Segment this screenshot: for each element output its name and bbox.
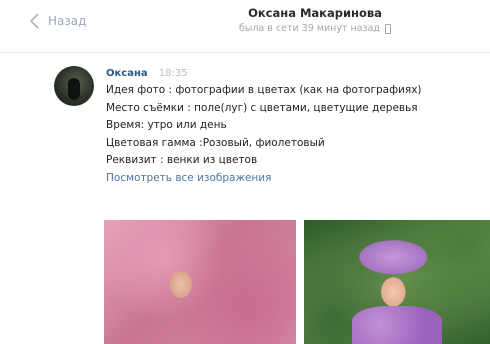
attached-photo-1[interactable] (104, 220, 296, 344)
status-text: была в сети 39 минут назад (239, 23, 380, 34)
mobile-icon (385, 23, 391, 34)
message-line: Место съёмки : поле(луг) с цветами, цвет… (106, 101, 418, 114)
back-label: Назад (48, 14, 87, 28)
back-chevron-icon (29, 13, 39, 29)
message-header: Оксана 18:35 (106, 68, 490, 82)
author-name[interactable]: Оксана (106, 68, 148, 79)
header-divider (0, 52, 490, 53)
back-button[interactable]: Назад (28, 10, 86, 32)
message-body: Оксана 18:35 Идея фото : фотографии в цв… (106, 68, 490, 187)
contact-name[interactable]: Оксана Макаринова (200, 6, 430, 20)
message-line: Время: утро или день (106, 119, 227, 131)
message-line: Реквизит : венки из цветов (106, 154, 258, 166)
chat-header: Назад Оксана Макаринова была в сети 39 м… (0, 0, 490, 52)
avatar[interactable] (54, 66, 94, 106)
view-all-images-link[interactable]: Посмотреть все изображения (106, 170, 490, 187)
message-line: Цветовая гамма :Розовый, фиолетовый (106, 136, 325, 149)
attached-photo-2[interactable] (304, 220, 490, 344)
contact-info[interactable]: Оксана Макаринова была в сети 39 минут н… (200, 6, 430, 34)
message-time: 18:35 (158, 68, 188, 79)
message-line: Идея фото : фотографии в цветах (как на … (106, 84, 422, 96)
contact-status: была в сети 39 минут назад (200, 23, 430, 34)
